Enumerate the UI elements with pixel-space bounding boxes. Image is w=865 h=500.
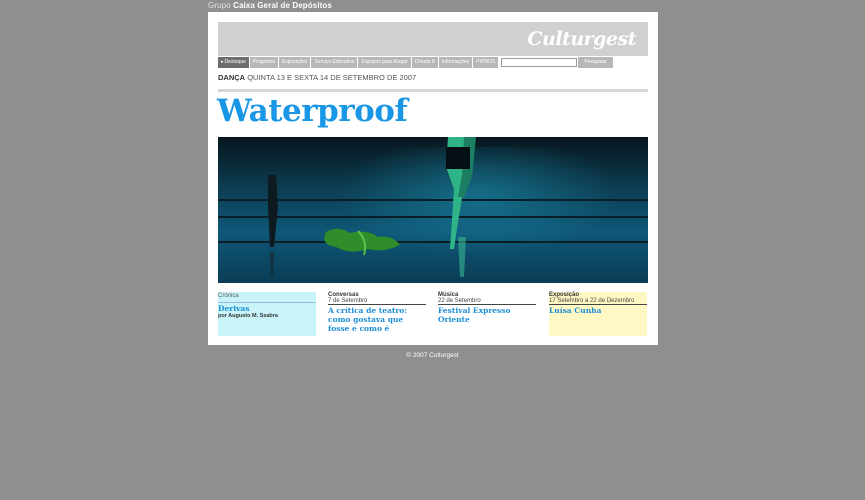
nav-item-exposicoes[interactable]: Exposições xyxy=(278,57,311,68)
masthead: Culturgest xyxy=(218,22,648,56)
highlight-headline[interactable]: Derivas xyxy=(218,304,316,313)
group-name[interactable]: Caixa Geral de Depósitos xyxy=(233,1,332,10)
highlight-headline[interactable]: Luísa Cunha xyxy=(549,306,647,315)
highlight-byline: por Augusto M. Seabra xyxy=(218,313,278,319)
nav-item-espacos[interactable]: Espaços para Alugar xyxy=(358,57,411,68)
highlight-category: Crónica xyxy=(218,292,316,303)
footer-copyright: © 2007 Culturgest xyxy=(406,352,459,359)
highlight-exposicao[interactable]: Exposição 17 Setembro a 22 de Dezembro L… xyxy=(549,292,647,336)
highlight-date: 7 de Setembro xyxy=(328,298,426,305)
group-prefix: Grupo xyxy=(208,1,231,10)
underwater-swimmer-image xyxy=(218,137,648,283)
highlight-conversas[interactable]: Conversas 7 de Setembro A crítica de tea… xyxy=(328,292,426,336)
search-button[interactable]: Pesquisar xyxy=(578,57,613,68)
main-nav: Destaque Programa Exposições Serviço Edu… xyxy=(218,57,648,68)
page-title: Waterproof xyxy=(217,93,408,129)
nav-item-destaque[interactable]: Destaque xyxy=(218,57,249,68)
highlight-musica[interactable]: Música 22 de Setembro Festival Expresso … xyxy=(438,292,536,336)
nav-item-programa[interactable]: Programa xyxy=(249,57,278,68)
highlights: Crónica Derivas por Augusto M. Seabra Co… xyxy=(218,292,648,337)
nav-item-prinos[interactable]: PRINOS xyxy=(473,57,499,68)
event-dateline: DANÇA QUINTA 13 E SEXTA 14 DE SETEMBRO D… xyxy=(218,73,416,82)
divider xyxy=(218,89,648,92)
nav-item-informacoes[interactable]: Informações xyxy=(438,57,473,68)
hero-image[interactable] xyxy=(218,137,648,283)
page-container: Culturgest Destaque Programa Exposições … xyxy=(208,12,658,345)
search-input[interactable] xyxy=(501,58,578,67)
event-dates: QUINTA 13 E SEXTA 14 DE SETEMBRO DE 2007 xyxy=(247,73,417,82)
highlight-headline[interactable]: Festival Expresso Oriente xyxy=(438,306,536,324)
highlight-date: 17 Setembro a 22 de Dezembro xyxy=(549,298,647,305)
nav-item-servico-educativo[interactable]: Serviço Educativo xyxy=(311,57,358,68)
highlight-cronica[interactable]: Crónica Derivas por Augusto M. Seabra xyxy=(218,292,316,336)
nav-item-chiado[interactable]: Chiado 8 xyxy=(411,57,438,68)
group-line: Grupo Caixa Geral de Depósitos xyxy=(208,1,332,10)
event-category: DANÇA xyxy=(218,73,246,82)
highlight-date: 22 de Setembro xyxy=(438,298,536,305)
highlight-headline[interactable]: A crítica de teatro: como gostava que fo… xyxy=(328,306,426,333)
culturgest-logo[interactable]: Culturgest xyxy=(527,28,636,50)
